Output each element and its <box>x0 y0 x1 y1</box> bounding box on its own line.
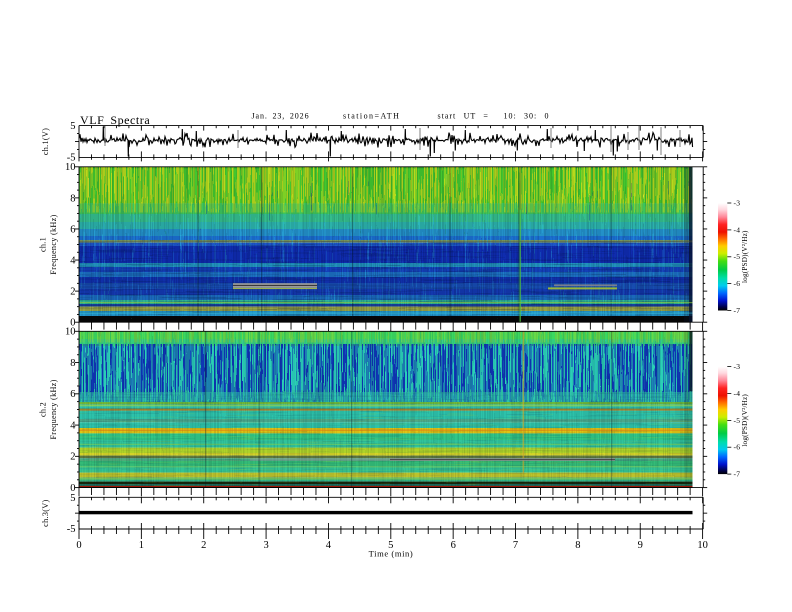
svg-text:10: 10 <box>697 540 708 551</box>
svg-text:10: 10 <box>65 162 76 173</box>
svg-text:Time (min): Time (min) <box>369 549 414 559</box>
svg-text:1: 1 <box>139 540 144 551</box>
svg-text:ch.3(V): ch.3(V) <box>41 499 50 526</box>
svg-text:ch.1(V): ch.1(V) <box>41 128 50 155</box>
svg-text:4: 4 <box>326 540 332 551</box>
svg-text:3: 3 <box>263 540 268 551</box>
svg-text:start UT = 10: 30: 0: start UT = 10: 30: 0 <box>438 112 550 121</box>
svg-text:2: 2 <box>70 287 75 298</box>
svg-text:ch.1: ch.1 <box>39 237 48 252</box>
svg-text:-7: -7 <box>734 470 741 479</box>
svg-text:-4: -4 <box>734 225 741 234</box>
svg-text:log(PSD)(V²/Hz): log(PSD)(V²/Hz) <box>741 394 749 447</box>
svg-text:Frequency (kHz): Frequency (kHz) <box>49 379 58 439</box>
svg-text:8: 8 <box>575 540 580 551</box>
svg-text:4: 4 <box>70 420 76 431</box>
svg-text:5: 5 <box>70 493 75 504</box>
svg-text:-5: -5 <box>734 416 741 425</box>
svg-text:2: 2 <box>201 540 206 551</box>
svg-text:9: 9 <box>638 540 643 551</box>
svg-text:4: 4 <box>70 255 76 266</box>
svg-text:0: 0 <box>70 483 75 494</box>
svg-text:-3: -3 <box>734 362 741 371</box>
svg-text:-4: -4 <box>734 389 741 398</box>
svg-text:-7: -7 <box>734 306 741 315</box>
svg-text:5: 5 <box>70 121 75 132</box>
svg-text:6: 6 <box>70 224 75 235</box>
svg-text:-6: -6 <box>734 279 741 288</box>
svg-text:VLF Spectra: VLF Spectra <box>80 113 150 127</box>
svg-text:-5: -5 <box>67 524 76 535</box>
svg-text:-3: -3 <box>734 198 741 207</box>
svg-text:Frequency (kHz): Frequency (kHz) <box>49 214 58 274</box>
svg-text:Jan. 23, 2026: Jan. 23, 2026 <box>252 112 310 121</box>
svg-text:8: 8 <box>70 358 75 369</box>
svg-text:ch.2: ch.2 <box>39 402 48 417</box>
svg-text:-6: -6 <box>734 443 741 452</box>
svg-text:0: 0 <box>76 540 81 551</box>
svg-text:7: 7 <box>513 540 518 551</box>
svg-text:8: 8 <box>70 193 75 204</box>
svg-text:2: 2 <box>70 452 75 463</box>
svg-text:10: 10 <box>65 327 76 338</box>
svg-text:6: 6 <box>451 540 456 551</box>
svg-text:6: 6 <box>70 389 75 400</box>
svg-text:log(PSD)(V²/Hz): log(PSD)(V²/Hz) <box>741 230 749 283</box>
svg-text:-5: -5 <box>734 252 741 261</box>
svg-text:station=ATH: station=ATH <box>343 112 400 121</box>
